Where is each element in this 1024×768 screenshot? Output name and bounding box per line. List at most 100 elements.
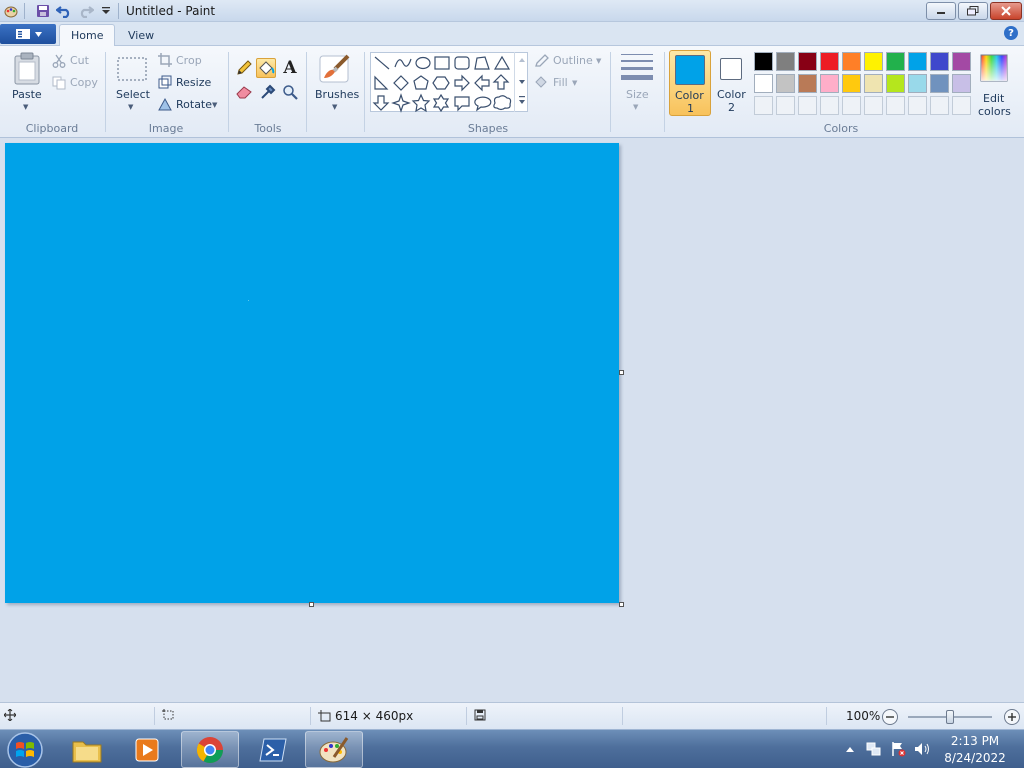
magnifier-tool[interactable] <box>280 82 300 102</box>
zoom-in-button[interactable] <box>1004 709 1020 725</box>
crop-button[interactable]: Crop <box>176 54 202 67</box>
chevron-down-icon[interactable]: ▼ <box>596 57 601 65</box>
zoom-slider-thumb[interactable] <box>946 710 954 724</box>
shapes-scrollbar[interactable] <box>514 52 528 112</box>
chevron-down-icon[interactable]: ▼ <box>128 103 133 111</box>
palette-swatch[interactable] <box>776 74 795 93</box>
palette-swatch[interactable] <box>754 74 773 93</box>
color2-button[interactable]: Color 2 <box>714 50 748 116</box>
title-bar: Untitled - Paint <box>0 0 1024 22</box>
palette-swatch[interactable] <box>842 52 861 71</box>
paint-app-icon[interactable] <box>3 3 19 19</box>
restore-button[interactable] <box>958 2 988 20</box>
paste-button[interactable] <box>12 52 42 86</box>
resize-button[interactable]: Resize <box>176 76 211 89</box>
divider <box>364 52 365 132</box>
chevron-down-icon[interactable]: ▼ <box>212 101 217 109</box>
save-icon[interactable] <box>35 3 51 19</box>
resize-handle-bottom[interactable] <box>309 602 314 607</box>
clock-date[interactable]: 8/24/2022 <box>940 751 1010 765</box>
palette-swatch[interactable] <box>754 52 773 71</box>
zoom-out-button[interactable] <box>882 709 898 725</box>
chevron-down-icon[interactable]: ▼ <box>572 79 577 87</box>
custom-color-slot[interactable] <box>798 96 817 115</box>
custom-color-slot[interactable] <box>776 96 795 115</box>
redo-icon[interactable] <box>78 3 94 19</box>
taskbar-paint[interactable] <box>305 731 363 768</box>
shapes-gallery-icons[interactable] <box>371 53 529 113</box>
resize-handle-corner[interactable] <box>619 602 624 607</box>
eraser-tool[interactable] <box>234 82 254 102</box>
edit-colors-button[interactable]: Edit colors <box>976 50 1012 118</box>
minimize-button[interactable] <box>926 2 956 20</box>
palette-swatch[interactable] <box>776 52 795 71</box>
help-icon[interactable]: ? <box>1004 26 1018 40</box>
show-hidden-icons-button[interactable] <box>845 743 855 753</box>
brushes-button[interactable] <box>318 52 352 86</box>
tab-home[interactable]: Home <box>59 24 116 46</box>
network-tray-icon[interactable] <box>866 741 882 757</box>
select-button[interactable] <box>116 56 148 84</box>
palette-swatch[interactable] <box>930 52 949 71</box>
custom-color-slot[interactable] <box>820 96 839 115</box>
chevron-down-icon[interactable]: ▼ <box>23 103 28 111</box>
palette-swatch[interactable] <box>864 52 883 71</box>
volume-tray-icon[interactable] <box>914 741 932 757</box>
tab-view[interactable]: View <box>117 24 165 46</box>
chevron-down-icon[interactable]: ▼ <box>332 103 337 111</box>
custom-color-slot[interactable] <box>908 96 927 115</box>
select-label[interactable]: Select <box>116 88 150 101</box>
palette-swatch[interactable] <box>908 74 927 93</box>
copy-button[interactable]: Copy <box>70 76 98 89</box>
brushes-label[interactable]: Brushes <box>315 88 359 101</box>
undo-icon[interactable] <box>56 3 72 19</box>
text-tool[interactable]: A <box>280 58 300 78</box>
color2-swatch <box>720 58 742 80</box>
palette-swatch[interactable] <box>886 74 905 93</box>
color1-button[interactable]: Color 1 <box>669 50 711 116</box>
customize-quick-access-icon[interactable] <box>98 3 114 19</box>
start-button[interactable] <box>6 731 44 768</box>
palette-swatch[interactable] <box>798 52 817 71</box>
palette-swatch[interactable] <box>798 74 817 93</box>
size-button[interactable] <box>620 52 654 86</box>
custom-color-slot[interactable] <box>886 96 905 115</box>
drawing-canvas[interactable] <box>5 143 619 603</box>
custom-color-slot[interactable] <box>842 96 861 115</box>
canvas-work-area[interactable] <box>0 138 1024 722</box>
rotate-button[interactable]: Rotate <box>176 98 212 111</box>
color-picker-tool[interactable] <box>258 82 278 102</box>
chevron-down-icon[interactable]: ▼ <box>633 103 638 111</box>
custom-color-slot[interactable] <box>754 96 773 115</box>
palette-swatch[interactable] <box>842 74 861 93</box>
outline-button[interactable]: Outline <box>553 54 593 67</box>
palette-swatch[interactable] <box>864 74 883 93</box>
custom-color-slot[interactable] <box>952 96 971 115</box>
palette-swatch[interactable] <box>930 74 949 93</box>
media-player-icon <box>135 738 159 761</box>
taskbar-powershell[interactable] <box>244 731 302 768</box>
palette-swatch[interactable] <box>820 74 839 93</box>
paint-menu-button[interactable] <box>0 24 56 44</box>
clock-time[interactable]: 2:13 PM <box>940 734 1010 748</box>
taskbar-file-explorer[interactable] <box>58 731 116 768</box>
fill-button[interactable]: Fill <box>553 76 568 89</box>
taskbar-media-player[interactable] <box>118 731 176 768</box>
fill-tool[interactable] <box>256 58 276 78</box>
paste-label[interactable]: Paste <box>12 88 42 101</box>
custom-color-slot[interactable] <box>930 96 949 115</box>
close-button[interactable] <box>990 2 1022 20</box>
palette-swatch[interactable] <box>908 52 927 71</box>
palette-swatch[interactable] <box>952 52 971 71</box>
palette-swatch[interactable] <box>886 52 905 71</box>
custom-color-slot[interactable] <box>864 96 883 115</box>
action-center-tray-icon[interactable] <box>890 741 906 757</box>
palette-swatch[interactable] <box>820 52 839 71</box>
palette-swatch[interactable] <box>952 74 971 93</box>
size-label[interactable]: Size <box>626 88 649 101</box>
cut-button[interactable]: Cut <box>70 54 89 67</box>
pencil-tool[interactable] <box>234 58 254 78</box>
taskbar-chrome[interactable] <box>181 731 239 768</box>
selection-size-icon <box>162 709 174 720</box>
resize-handle-right[interactable] <box>619 370 624 375</box>
